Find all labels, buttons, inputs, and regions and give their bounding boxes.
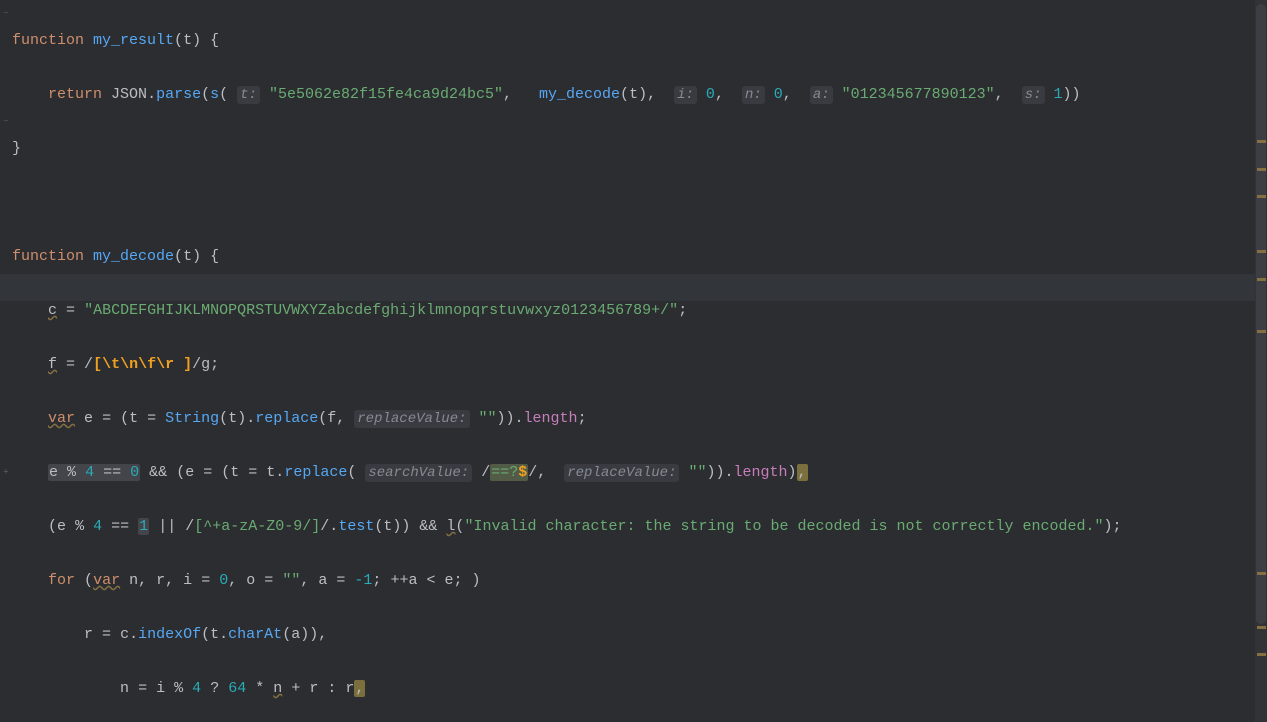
code-line[interactable]: r = c.indexOf(t.charAt(a)),	[12, 621, 1267, 648]
fold-marker[interactable]: −	[2, 116, 10, 128]
code-line[interactable]: function my_result(t) {	[12, 27, 1267, 54]
scrollbar-thumb[interactable]	[1256, 4, 1266, 624]
code-line[interactable]: e % 4 == 0 && (e = (t = t.replace( searc…	[12, 459, 1267, 486]
warning-marker[interactable]	[1257, 626, 1266, 629]
code-line[interactable]: function my_decode(t) {	[12, 243, 1267, 270]
code-line[interactable]: }	[12, 135, 1267, 162]
code-line[interactable]: f = /[\t\n\f\r ]/g;	[12, 351, 1267, 378]
fold-marker[interactable]: +	[2, 467, 10, 479]
code-line[interactable]: for (var n, r, i = 0, o = "", a = -1; ++…	[12, 567, 1267, 594]
warning-marker[interactable]	[1257, 250, 1266, 253]
code-line[interactable]: var e = (t = String(t).replace(f, replac…	[12, 405, 1267, 432]
fold-marker[interactable]: −	[2, 8, 10, 20]
warning-marker[interactable]	[1257, 195, 1266, 198]
warning-marker[interactable]	[1257, 278, 1266, 281]
warning-marker[interactable]	[1257, 168, 1266, 171]
gutter: − − +	[0, 0, 10, 722]
code-editor[interactable]: − − + function my_result(t) { return JSO…	[0, 0, 1267, 722]
scrollbar[interactable]	[1255, 0, 1267, 722]
warning-marker[interactable]	[1257, 140, 1266, 143]
code-line[interactable]	[12, 189, 1267, 216]
warning-marker[interactable]	[1257, 653, 1266, 656]
code-line[interactable]: return JSON.parse(s( t: "5e5062e82f15fe4…	[12, 81, 1267, 108]
warning-marker[interactable]	[1257, 572, 1266, 575]
code-line[interactable]: (e % 4 == 1 || /[^+a-zA-Z0-9/]/.test(t))…	[12, 513, 1267, 540]
warning-marker[interactable]	[1257, 330, 1266, 333]
code-area[interactable]: function my_result(t) { return JSON.pars…	[12, 0, 1267, 722]
code-line[interactable]: n = i % 4 ? 64 * n + r : r,	[12, 675, 1267, 702]
code-line[interactable]: c = "ABCDEFGHIJKLMNOPQRSTUVWXYZabcdefghi…	[12, 297, 1267, 324]
